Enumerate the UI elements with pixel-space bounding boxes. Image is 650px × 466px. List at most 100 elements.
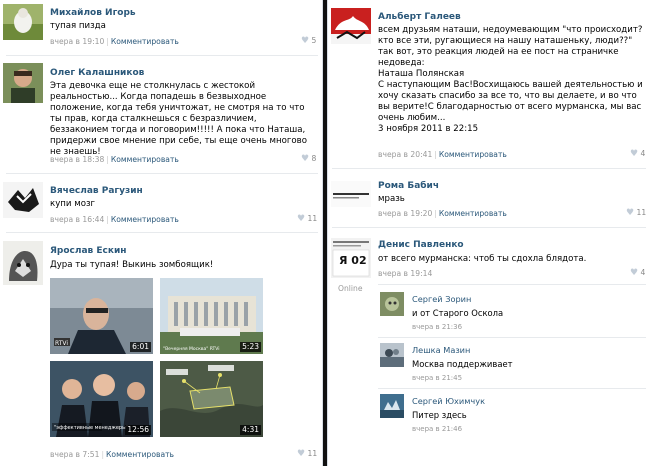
reply-author[interactable]: Сергей Юхимчук — [412, 396, 485, 406]
timestamp[interactable]: вчера в 19:14 — [378, 269, 432, 278]
timestamp[interactable]: вчера в 21:45 — [412, 374, 462, 382]
divider — [332, 168, 646, 169]
text-line: 3 ноября 2011 в 22:15 — [378, 124, 479, 134]
reply-link[interactable]: Комментировать — [111, 37, 179, 46]
avatar[interactable] — [380, 292, 404, 316]
video-caption: "Вечерняя Москва" RTVi — [163, 346, 220, 352]
divider — [6, 232, 318, 233]
reply-link[interactable]: Комментировать — [106, 450, 174, 459]
divider — [378, 388, 646, 389]
timestamp[interactable]: вчера в 19:20 — [378, 209, 432, 218]
heart-icon: ♥ — [630, 268, 639, 278]
text-line: так вот, это реакция людей на ее пост на… — [378, 47, 619, 68]
like-count: 4 — [640, 149, 646, 158]
like-button[interactable]: ♥ 8 — [301, 154, 316, 164]
avatar[interactable] — [380, 343, 404, 367]
author-name[interactable]: Олег Калашников — [50, 68, 144, 78]
timestamp[interactable]: вчера в 21:46 — [412, 425, 462, 433]
avatar[interactable] — [3, 63, 43, 103]
heart-icon: ♥ — [301, 154, 310, 164]
like-count: 5 — [311, 36, 317, 45]
online-status: Online — [338, 284, 363, 293]
reply-link[interactable]: Комментировать — [439, 209, 507, 218]
avatar-text: Я 02 — [339, 254, 367, 267]
heart-icon: ♥ — [626, 208, 635, 218]
like-button[interactable]: ♥ 11 — [297, 449, 317, 459]
author-name[interactable]: Альберт Галеев — [378, 12, 461, 22]
like-button[interactable]: ♥ 11 — [626, 208, 646, 218]
avatar[interactable] — [331, 181, 371, 207]
video-thumbnail[interactable]: RTVi 6:01 — [50, 278, 153, 354]
reply-link[interactable]: Комментировать — [111, 155, 179, 164]
like-button[interactable]: ♥ 11 — [297, 214, 317, 224]
right-comments-column: Альберт Галеев всем друзьям наташи, недо… — [327, 0, 650, 466]
like-count: 11 — [307, 449, 318, 458]
reply-link[interactable]: Комментировать — [111, 215, 179, 224]
comment-meta: вчера в 16:44 | Комментировать — [50, 215, 179, 224]
avatar[interactable] — [3, 241, 43, 285]
author-name[interactable]: Рома Бабич — [378, 181, 439, 191]
comment-meta: вчера в 7:51 | Комментировать — [50, 450, 175, 459]
comment-meta: вчера в 19:10 | Комментировать — [50, 37, 179, 46]
video-thumbnail[interactable]: "Вечерняя Москва" RTVi 5:23 — [160, 278, 263, 354]
video-duration: 5:23 — [240, 342, 261, 352]
text-line: Наташа Полянская — [378, 69, 465, 79]
reply-author[interactable]: Лешка Мазин — [412, 345, 470, 355]
comment-text: тупая пизда — [50, 21, 106, 31]
comment-meta: вчера в 18:38 | Комментировать — [50, 155, 179, 164]
reply-link[interactable]: Комментировать — [439, 150, 507, 159]
author-name[interactable]: Вячеслав Рагузин — [50, 186, 143, 196]
comment-text: от всего мурманска: чтоб ты сдохла блядо… — [378, 254, 587, 264]
reply-text: Питер здесь — [412, 410, 467, 420]
timestamp[interactable]: вчера в 20:41 — [378, 150, 432, 159]
reply-text: Москва поддерживает — [412, 359, 513, 369]
video-thumbnail[interactable]: "эффективные менеджеры" 12:56 — [50, 361, 153, 437]
avatar[interactable] — [3, 4, 43, 40]
text-line: всем друзьям наташи, недоумевающим "что … — [378, 25, 643, 46]
like-button[interactable]: ♥ 4 — [630, 149, 645, 159]
comment-meta: вчера в 20:41 | Комментировать — [378, 150, 507, 159]
video-duration: 6:01 — [130, 342, 151, 352]
video-thumbnail[interactable]: 4:31 — [160, 361, 263, 437]
divider — [6, 55, 318, 56]
divider — [6, 173, 318, 174]
video-caption: "эффективные менеджеры" — [54, 425, 128, 431]
like-button[interactable]: ♥ 4 — [630, 268, 645, 278]
divider — [332, 227, 646, 228]
divider — [378, 284, 646, 285]
reply-text: и от Старого Оскола — [412, 308, 504, 318]
avatar[interactable] — [380, 394, 404, 418]
timestamp[interactable]: вчера в 18:38 — [50, 155, 104, 164]
heart-icon: ♥ — [297, 214, 306, 224]
video-duration: 12:56 — [125, 425, 151, 435]
like-count: 8 — [311, 154, 317, 163]
left-comments-column: Михайлов Игорь тупая пизда вчера в 19:10… — [0, 0, 323, 466]
video-duration: 4:31 — [240, 425, 261, 435]
comment-text: всем друзьям наташи, недоумевающим "что … — [378, 25, 644, 135]
timestamp[interactable]: вчера в 16:44 — [50, 215, 104, 224]
avatar[interactable]: Я 02 — [331, 238, 371, 278]
timestamp[interactable]: вчера в 21:36 — [412, 323, 462, 331]
comment-text: Эта девочка еще не столкнулась с жестоко… — [50, 81, 307, 157]
author-name[interactable]: Михайлов Игорь — [50, 8, 136, 18]
comment-text: мразь — [378, 194, 405, 204]
heart-icon: ♥ — [301, 36, 310, 46]
timestamp[interactable]: вчера в 19:10 — [50, 37, 104, 46]
avatar[interactable] — [3, 182, 43, 218]
like-count: 11 — [636, 208, 647, 217]
like-count: 11 — [307, 214, 318, 223]
divider — [378, 337, 646, 338]
author-name[interactable]: Денис Павленко — [378, 240, 464, 250]
avatar[interactable] — [331, 8, 371, 44]
author-name[interactable]: Ярослав Ескин — [50, 246, 127, 256]
timestamp[interactable]: вчера в 7:51 — [50, 450, 99, 459]
comment-meta: вчера в 19:14 — [378, 269, 432, 278]
like-button[interactable]: ♥ 5 — [301, 36, 316, 46]
reply-author[interactable]: Сергей Зорин — [412, 294, 471, 304]
text-line: С наступающим Вас!Восхищаюсь вашей деяте… — [378, 80, 643, 123]
heart-icon: ♥ — [297, 449, 306, 459]
comment-text: Дура ты тупая! Выкинь зомбоящик! — [50, 260, 214, 270]
comment-meta: вчера в 19:20 | Комментировать — [378, 209, 507, 218]
video-caption: RTVi — [55, 340, 68, 347]
heart-icon: ♥ — [630, 149, 639, 159]
